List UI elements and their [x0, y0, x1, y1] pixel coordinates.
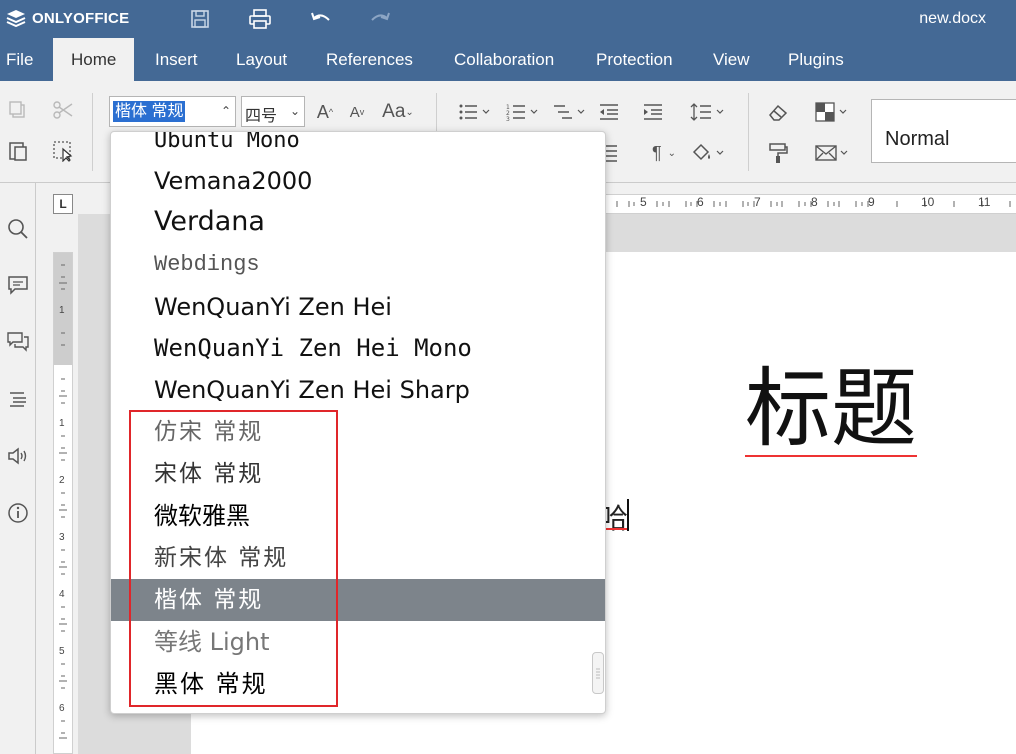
horizontal-ruler[interactable]: 5 6 7 8 9 10 11	[600, 194, 1016, 214]
print-icon[interactable]	[248, 8, 272, 30]
font-option[interactable]: WenQuanYi Zen Hei Sharp	[111, 369, 605, 411]
change-case-icon[interactable]: Aa ⌄	[378, 99, 418, 125]
undo-icon[interactable]	[309, 8, 333, 30]
clear-style-icon[interactable]	[765, 99, 791, 125]
numbered-list-icon[interactable]: 123	[503, 99, 543, 125]
chat-icon[interactable]	[6, 330, 30, 354]
ruler-label: 5	[59, 646, 65, 657]
left-sidebar	[0, 183, 36, 754]
annotation-highlight-box	[129, 410, 338, 707]
ruler-label: 1	[59, 418, 65, 429]
font-name-value[interactable]: 楷体 常规	[113, 101, 186, 122]
title-bar: ONLYOFFICE new.docx	[0, 0, 1016, 38]
font-option[interactable]: WenQuanYi Zen Hei Mono	[111, 327, 605, 369]
redo-icon[interactable]	[368, 8, 392, 30]
ruler-label: 1	[59, 305, 65, 316]
document-title: new.docx	[919, 10, 986, 27]
paste-icon[interactable]	[5, 138, 31, 164]
mail-merge-icon[interactable]	[812, 140, 852, 166]
vertical-ruler[interactable]: 1 1 2 3 4 5 6	[53, 252, 73, 754]
tab-view[interactable]: View	[695, 38, 768, 81]
menu-bar: File Home Insert Layout References Colla…	[0, 38, 1016, 81]
font-option[interactable]: WenQuanYi Zen Hei	[111, 286, 605, 328]
comments-icon[interactable]	[6, 273, 30, 297]
style-normal-preset[interactable]: Normal	[871, 99, 1016, 163]
ruler-label: 9	[868, 195, 875, 209]
tab-plugins[interactable]: Plugins	[770, 38, 862, 81]
increase-font-icon[interactable]: A ^	[312, 99, 338, 125]
navigation-icon[interactable]	[6, 387, 30, 411]
chevron-up-icon[interactable]: ⌃	[221, 104, 231, 118]
tab-protection[interactable]: Protection	[578, 38, 691, 81]
ruler-label: 2	[59, 475, 65, 486]
font-name-combo[interactable]: 楷体 常规 ⌃	[109, 96, 236, 127]
toolbar-divider	[748, 93, 749, 171]
ruler-label: 4	[59, 589, 65, 600]
multilevel-list-icon[interactable]	[550, 99, 590, 125]
paragraph-marks-icon[interactable]: ¶ ⌄	[644, 140, 684, 166]
font-size-combo[interactable]: 四号 ⌄	[241, 96, 305, 127]
font-option[interactable]: Webdings	[111, 244, 605, 286]
font-option[interactable]: Vemana2000	[111, 160, 605, 202]
tab-stop-selector[interactable]: L	[53, 194, 73, 214]
tab-layout[interactable]: Layout	[218, 38, 305, 81]
font-size-value[interactable]: 四号	[245, 102, 277, 126]
brand-name: ONLYOFFICE	[32, 9, 130, 27]
decrease-font-icon[interactable]: Av	[344, 99, 370, 125]
cut-icon[interactable]	[50, 97, 76, 123]
app-logo: ONLYOFFICE	[6, 9, 129, 27]
ruler-label: 5	[640, 195, 647, 209]
toolbar-divider	[92, 93, 93, 171]
tab-file[interactable]: File	[0, 38, 39, 81]
copy-style-icon[interactable]	[765, 140, 791, 166]
chevron-down-icon[interactable]: ⌄	[290, 104, 300, 118]
ruler-label: 6	[697, 195, 704, 209]
text-cursor	[627, 499, 629, 531]
select-all-icon[interactable]	[50, 138, 76, 164]
ruler-label: 10	[921, 195, 935, 209]
onlyoffice-logo-icon	[6, 10, 26, 27]
ruler-label: 8	[811, 195, 818, 209]
search-icon[interactable]	[6, 217, 30, 241]
about-icon[interactable]	[6, 501, 30, 525]
bullet-list-icon[interactable]	[455, 99, 495, 125]
ruler-label: 3	[59, 532, 65, 543]
tab-references[interactable]: References	[308, 38, 431, 81]
tab-insert[interactable]: Insert	[137, 38, 216, 81]
font-option[interactable]: Ubuntu Mono	[111, 132, 605, 162]
ruler-label: 6	[59, 703, 65, 714]
color-scheme-icon[interactable]	[812, 99, 852, 125]
ruler-ticks	[59, 264, 67, 739]
copy-icon[interactable]	[5, 97, 31, 123]
shading-icon[interactable]	[688, 140, 728, 166]
ruler-label: 11	[978, 195, 991, 209]
font-option[interactable]: Verdana	[111, 201, 605, 243]
ruler-ticks	[616, 201, 1011, 207]
tab-collaboration[interactable]: Collaboration	[436, 38, 572, 81]
dropdown-scrollbar[interactable]	[592, 652, 604, 694]
style-normal-label[interactable]: Normal	[885, 128, 949, 151]
speaker-icon[interactable]	[6, 444, 30, 468]
save-icon[interactable]	[189, 8, 213, 30]
svg-text:3: 3	[506, 116, 510, 122]
decrease-indent-icon[interactable]	[596, 99, 622, 125]
line-spacing-icon[interactable]	[688, 99, 728, 125]
document-heading[interactable]: 标题	[745, 363, 917, 457]
tab-home[interactable]: Home	[53, 38, 135, 81]
ruler-label: 7	[754, 195, 761, 209]
increase-indent-icon[interactable]	[640, 99, 666, 125]
